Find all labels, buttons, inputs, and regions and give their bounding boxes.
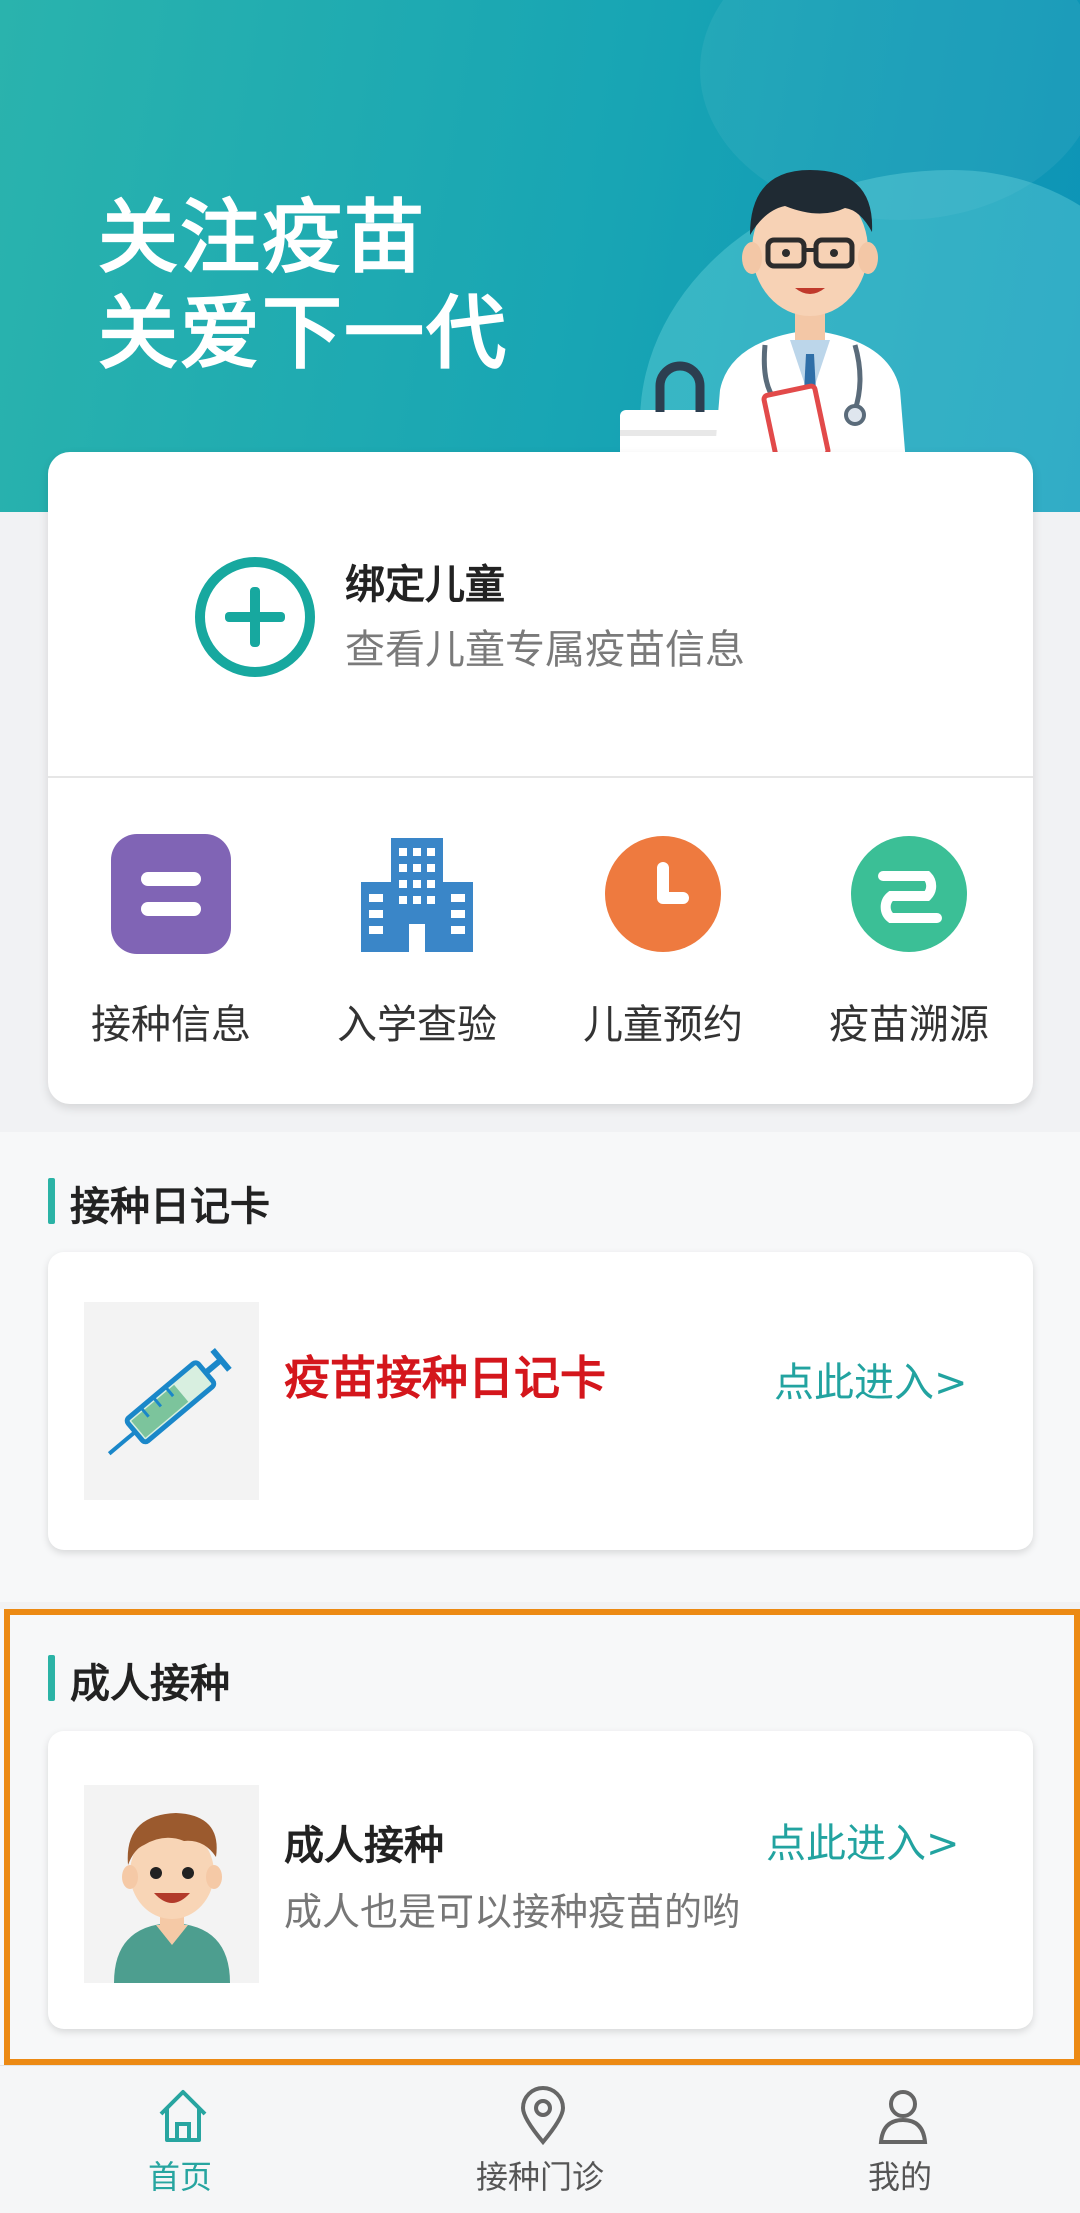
bottom-tab-bar: 首页 接种门诊 我的	[0, 2065, 1080, 2213]
plus-circle-icon	[195, 557, 315, 677]
diary-card[interactable]: 疫苗接种日记卡 点此进入>	[48, 1252, 1033, 1550]
hero-banner: 关注疫苗 关爱下一代	[0, 0, 1080, 512]
tab-clinic[interactable]: 接种门诊	[360, 2066, 720, 2213]
bind-child-subtitle: 查看儿童专属疫苗信息	[345, 627, 745, 673]
adult-thumbnail	[84, 1785, 259, 1983]
adult-card[interactable]: 成人接种 成人也是可以接种疫苗的哟 点此进入>	[48, 1731, 1033, 2029]
vaccination-info-icon	[111, 834, 231, 954]
tab-label: 我的	[867, 2158, 932, 2196]
slogan-line-1: 关注疫苗	[98, 191, 426, 284]
home-icon	[159, 2090, 207, 2142]
diary-enter-link[interactable]: 点此进入>	[774, 1350, 968, 1408]
bind-and-menu-card: 绑定儿童 查看儿童专属疫苗信息 接种信息 入学查验 儿童预约 疫苗溯源	[48, 452, 1033, 1104]
menu-item-vaccination-info[interactable]: 接种信息	[48, 778, 294, 1104]
section-title: 成人接种	[48, 1651, 230, 1709]
diary-section: 接种日记卡 疫苗接种日记卡 点此进入>	[0, 1132, 1080, 1602]
adult-avatar-icon	[114, 1813, 230, 1983]
menu-item-vaccine-trace[interactable]: 疫苗溯源	[786, 778, 1032, 1104]
tab-label: 首页	[147, 2158, 212, 2196]
banner-slogan: 关注疫苗 关爱下一代	[98, 190, 508, 382]
diary-card-title: 疫苗接种日记卡	[284, 1351, 606, 1405]
quick-menu: 接种信息 入学查验 儿童预约 疫苗溯源	[48, 778, 1033, 1104]
school-building-icon	[361, 838, 473, 952]
adult-section: 成人接种 成人接种 成人也是可以接种疫苗的哟 点此进入>	[0, 1609, 1080, 2065]
adult-enter-link[interactable]: 点此进入>	[766, 1811, 960, 1869]
menu-label: 接种信息	[91, 1002, 251, 1048]
bind-child-row[interactable]: 绑定儿童 查看儿童专属疫苗信息	[48, 452, 1033, 776]
section-title: 接种日记卡	[48, 1174, 270, 1232]
menu-item-child-appointment[interactable]: 儿童预约	[540, 778, 786, 1104]
tab-label: 接种门诊	[475, 2158, 604, 2196]
trace-icon	[851, 836, 967, 952]
tab-mine[interactable]: 我的	[720, 2066, 1080, 2213]
tab-home[interactable]: 首页	[0, 2066, 360, 2213]
menu-label: 儿童预约	[583, 1002, 743, 1048]
diary-thumbnail	[84, 1302, 259, 1500]
syringe-icon	[107, 1347, 232, 1456]
menu-label: 疫苗溯源	[829, 1002, 989, 1048]
clock-icon	[605, 836, 721, 952]
bind-child-title: 绑定儿童	[345, 562, 505, 608]
menu-item-school-check[interactable]: 入学查验	[294, 778, 540, 1104]
slogan-line-2: 关爱下一代	[98, 287, 508, 380]
adult-card-subtitle: 成人也是可以接种疫苗的哟	[284, 1890, 741, 1934]
user-icon	[878, 2090, 928, 2144]
adult-card-title: 成人接种	[284, 1823, 444, 1869]
location-pin-icon	[520, 2086, 566, 2146]
menu-label: 入学查验	[337, 1002, 497, 1048]
